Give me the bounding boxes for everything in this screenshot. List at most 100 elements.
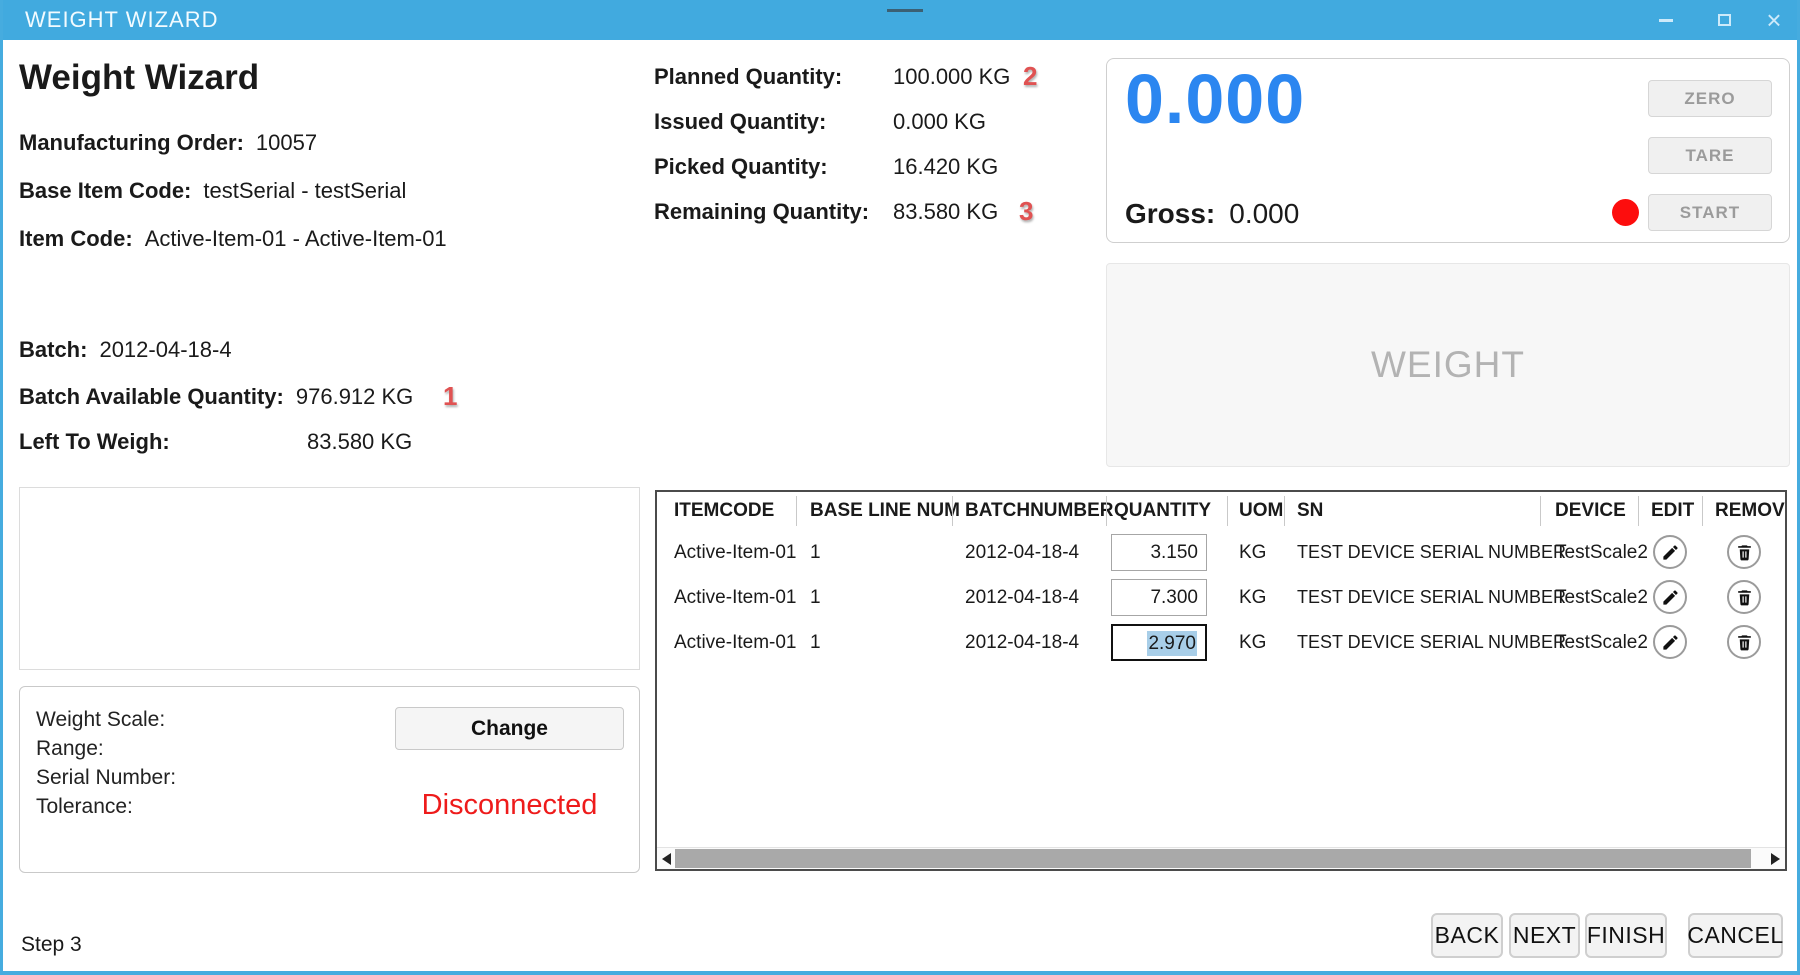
table-row: Active-Item-01 1 2012-04-18-4 7.300 KG T… (657, 575, 1785, 620)
pencil-icon (1661, 543, 1680, 562)
cell-sn: TEST DEVICE SERIAL NUMBER (1297, 620, 1566, 665)
col-header-batchnumber: BATCHNUMBER (965, 492, 1113, 530)
col-header-base-line-num: BASE LINE NUM (810, 492, 960, 530)
batch-value: 2012-04-18-4 (99, 337, 231, 362)
batch-label: Batch: (19, 337, 87, 362)
header-separator (1702, 496, 1703, 526)
scroll-right-arrow-icon[interactable] (1771, 853, 1780, 865)
planned-quantity-value: 100.000 KG (893, 64, 1010, 89)
tolerance-label: Tolerance: (36, 792, 176, 821)
issued-quantity-label: Issued Quantity: (654, 109, 893, 135)
scroll-left-arrow-icon[interactable] (662, 853, 671, 865)
remove-row-button[interactable] (1727, 580, 1761, 614)
quantity-input[interactable]: 7.300 (1111, 579, 1207, 616)
maximize-icon (1718, 14, 1731, 26)
cell-device: TestScale2 (1555, 530, 1648, 575)
scrollbar-thumb[interactable] (675, 849, 1751, 868)
quantity-input-focused[interactable]: 2.970 (1111, 624, 1207, 661)
gross-label: Gross: (1125, 198, 1215, 229)
manufacturing-order-label: Manufacturing Order: (19, 130, 244, 155)
pencil-icon (1661, 633, 1680, 652)
window-title: WEIGHT WIZARD (25, 0, 218, 40)
left-to-weigh-label: Left To Weigh: (19, 429, 295, 455)
table-horizontal-scrollbar[interactable] (657, 847, 1785, 869)
weight-placeholder-text: WEIGHT (1371, 344, 1525, 386)
header-separator (952, 496, 953, 526)
minimize-button[interactable] (1643, 0, 1689, 40)
remove-row-button[interactable] (1727, 535, 1761, 569)
item-code-label: Item Code: (19, 226, 133, 251)
weight-display-panel: WEIGHT (1106, 263, 1790, 467)
left-to-weigh-value: 83.580 KG (307, 429, 412, 454)
cell-uom: KG (1239, 620, 1266, 665)
pencil-icon (1661, 588, 1680, 607)
cell-device: TestScale2 (1555, 575, 1648, 620)
weight-scale-panel: Weight Scale: Range: Serial Number: Tole… (19, 686, 640, 873)
cell-itemcode: Active-Item-01 (674, 530, 796, 575)
issued-quantity-value: 0.000 KG (893, 109, 986, 134)
range-label: Range: (36, 734, 176, 763)
change-scale-button[interactable]: Change (395, 707, 624, 750)
manufacturing-order-value: 10057 (256, 130, 317, 155)
device-labels: Weight Scale: Range: Serial Number: Tole… (36, 705, 176, 821)
next-button[interactable]: NEXT (1509, 913, 1580, 958)
remove-row-button[interactable] (1727, 625, 1761, 659)
scale-panel: 0.000 Gross:0.000 ZERO TARE START (1106, 58, 1790, 243)
cell-batchnumber: 2012-04-18-4 (965, 575, 1079, 620)
tare-button[interactable]: TARE (1648, 137, 1772, 174)
serial-number-label: Serial Number: (36, 763, 176, 792)
header-separator (1106, 496, 1107, 526)
status-dot-icon (1612, 199, 1639, 226)
annotation-2: 2 (1023, 61, 1037, 92)
edit-row-button[interactable] (1653, 580, 1687, 614)
remaining-quantity-row: Remaining Quantity:83.580 KG (654, 199, 998, 225)
gross-value: 0.000 (1229, 198, 1299, 229)
cell-uom: KG (1239, 575, 1266, 620)
cell-uom: KG (1239, 530, 1266, 575)
header-separator (1638, 496, 1639, 526)
planned-quantity-row: Planned Quantity:100.000 KG (654, 64, 1010, 90)
cell-device: TestScale2 (1555, 620, 1648, 665)
top-edge-dash (887, 9, 923, 12)
zero-button[interactable]: ZERO (1648, 80, 1772, 117)
batch-available-quantity-value: 976.912 KG (296, 384, 413, 409)
cell-batchnumber: 2012-04-18-4 (965, 530, 1079, 575)
batch-available-quantity-label: Batch Available Quantity: (19, 384, 284, 409)
back-button[interactable]: BACK (1431, 913, 1503, 958)
trash-icon (1735, 633, 1754, 652)
col-header-itemcode: ITEMCODE (674, 492, 774, 530)
edit-row-button[interactable] (1653, 625, 1687, 659)
trash-icon (1735, 543, 1754, 562)
header-separator (1284, 496, 1285, 526)
item-code-row: Item Code:Active-Item-01 - Active-Item-0… (19, 226, 447, 252)
batch-row: Batch: 2012-04-18-4 (19, 337, 232, 363)
manufacturing-order-row: Manufacturing Order: 10057 (19, 130, 317, 156)
col-header-quantity: QUANTITY (1114, 492, 1211, 530)
maximize-button[interactable] (1701, 0, 1747, 40)
cell-itemcode: Active-Item-01 (674, 575, 796, 620)
cell-base-line-num: 1 (810, 620, 821, 665)
col-header-device: DEVICE (1555, 492, 1626, 530)
col-header-remove: REMOVE (1715, 492, 1787, 530)
base-item-code-label: Base Item Code: (19, 178, 191, 203)
col-header-sn: SN (1297, 492, 1323, 530)
edit-row-button[interactable] (1653, 535, 1687, 569)
finish-button[interactable]: FINISH (1585, 913, 1667, 958)
close-button[interactable]: × (1751, 0, 1797, 40)
planned-quantity-label: Planned Quantity: (654, 64, 893, 90)
header-separator (796, 496, 797, 526)
annotation-3: 3 (1019, 196, 1033, 227)
header-separator (1540, 496, 1541, 526)
col-header-uom: UOM (1239, 492, 1283, 530)
step-indicator: Step 3 (21, 933, 82, 957)
weight-scale-label: Weight Scale: (36, 705, 176, 734)
issued-quantity-row: Issued Quantity:0.000 KG (654, 109, 986, 135)
cell-itemcode: Active-Item-01 (674, 620, 796, 665)
quantity-input[interactable]: 3.150 (1111, 534, 1207, 571)
connection-status: Disconnected (395, 789, 624, 822)
cancel-button[interactable]: CANCEL (1688, 913, 1783, 958)
picked-quantity-label: Picked Quantity: (654, 154, 893, 180)
empty-panel (19, 487, 640, 670)
page-title: Weight Wizard (19, 58, 259, 98)
start-button[interactable]: START (1648, 194, 1772, 231)
